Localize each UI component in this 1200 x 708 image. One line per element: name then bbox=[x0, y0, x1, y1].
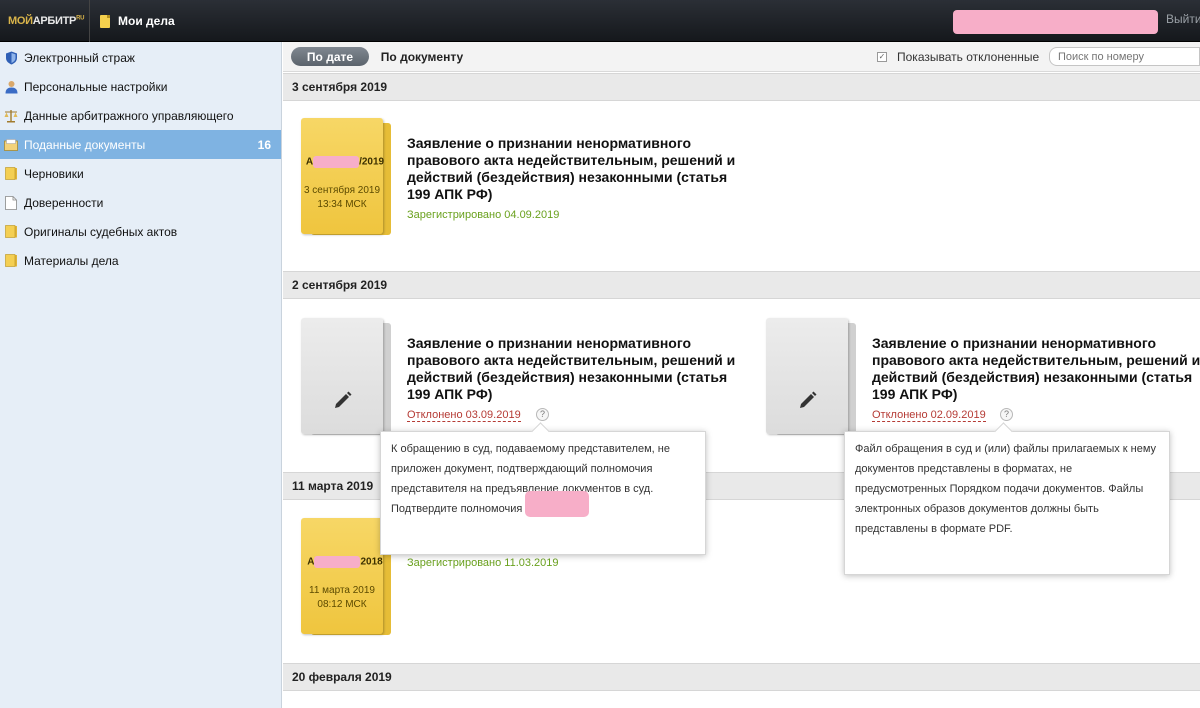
show-rejected-checkbox[interactable]: ✓ bbox=[877, 52, 887, 62]
status-registered: Зарегистрировано 04.09.2019 bbox=[407, 209, 560, 221]
document-card[interactable]: Заявление о признании ненормативного пра… bbox=[283, 318, 735, 448]
toolbar: По дате По документу ✓ Показывать отклон… bbox=[283, 42, 1200, 72]
my-cases-label: Мои дела bbox=[118, 14, 175, 28]
search-by-number-input[interactable] bbox=[1049, 47, 1200, 66]
sidebar-item-powers-of-attorney[interactable]: Доверенности bbox=[0, 188, 281, 217]
help-icon[interactable]: ? bbox=[1000, 408, 1013, 421]
date-group-header: 20 февраля 2019 bbox=[283, 663, 1200, 691]
folder-icon bbox=[4, 167, 18, 181]
sort-by-document-button[interactable]: По документу bbox=[379, 47, 465, 66]
status-registered: Зарегистрировано 11.03.2019 bbox=[407, 557, 559, 569]
shield-icon bbox=[4, 51, 18, 65]
help-icon[interactable]: ? bbox=[536, 408, 549, 421]
rejection-reason-tooltip: Файл обращения в суд и (или) файлы прила… bbox=[844, 431, 1170, 575]
status-rejected[interactable]: Отклонено 03.09.2019 bbox=[407, 409, 521, 422]
document-card[interactable]: А/2019 3 сентября 2019 13:34 МСК Заявлени… bbox=[283, 118, 735, 248]
sidebar-item-arbitration-manager[interactable]: Данные арбитражного управляющего bbox=[0, 101, 281, 130]
pencil-icon bbox=[800, 391, 817, 408]
case-folder[interactable]: А 2018 11 марта 2019 08:12 МСК bbox=[301, 518, 391, 635]
main-content: По дате По документу ✓ Показывать отклон… bbox=[283, 42, 1200, 708]
logout-link[interactable]: Выйти bbox=[1166, 12, 1200, 26]
my-cases-link[interactable]: Мои дела bbox=[100, 0, 175, 42]
sidebar-item-drafts[interactable]: Черновики bbox=[0, 159, 281, 188]
scales-icon bbox=[4, 109, 18, 123]
redacted-text bbox=[525, 491, 590, 518]
date-group-header: 3 сентября 2019 bbox=[283, 73, 1200, 101]
folder-datetime: 3 сентября 2019 13:34 МСК bbox=[303, 185, 381, 210]
case-folder[interactable]: А/2019 3 сентября 2019 13:34 МСК bbox=[301, 118, 391, 235]
rejection-reason-tooltip: К обращению в суд, подаваемому представи… bbox=[380, 431, 706, 555]
pencil-icon bbox=[335, 391, 352, 408]
case-number-redacted bbox=[314, 556, 361, 568]
document-title[interactable]: Заявление о признании ненормативного пра… bbox=[407, 335, 737, 403]
sidebar-item-submitted-documents[interactable]: Поданные документы 16 bbox=[0, 130, 281, 159]
case-number-redacted bbox=[313, 156, 360, 168]
person-icon bbox=[4, 80, 18, 94]
sidebar-item-court-originals[interactable]: Оригиналы судебных актов bbox=[0, 217, 281, 246]
document-title[interactable]: Заявление о признании ненормативного пра… bbox=[872, 335, 1200, 403]
inbox-icon bbox=[4, 138, 18, 152]
user-name-redacted bbox=[953, 10, 1158, 34]
document-card[interactable]: Заявление о признании ненормативного пра… bbox=[748, 318, 1200, 448]
rejected-folder[interactable] bbox=[766, 318, 856, 435]
case-number: А/2019 bbox=[305, 156, 385, 168]
rejected-folder[interactable] bbox=[301, 318, 391, 435]
folder-icon bbox=[4, 225, 18, 239]
top-bar: МОЙАРБИТРRU Мои дела Выйти bbox=[0, 0, 1200, 42]
sort-by-date-button[interactable]: По дате bbox=[291, 47, 369, 66]
document-icon bbox=[4, 195, 18, 210]
sidebar-item-personal-settings[interactable]: Персональные настройки bbox=[0, 72, 281, 101]
folder-datetime: 11 марта 2019 08:12 МСК bbox=[309, 585, 375, 610]
sidebar-item-case-materials[interactable]: Материалы дела bbox=[0, 246, 281, 275]
sidebar: Электронный страж Персональные настройки… bbox=[0, 42, 282, 708]
logo-text: МОЙАРБИТРRU bbox=[8, 15, 85, 27]
show-rejected-label: Показывать отклоненные bbox=[897, 50, 1040, 64]
case-number: А 2018 bbox=[307, 556, 383, 568]
sidebar-item-electronic-guard[interactable]: Электронный страж bbox=[0, 43, 281, 72]
document-title[interactable]: Заявление о признании ненормативного пра… bbox=[407, 135, 737, 203]
submitted-count-badge: 16 bbox=[257, 137, 271, 152]
folder-icon bbox=[4, 254, 18, 268]
app-logo[interactable]: МОЙАРБИТРRU bbox=[0, 0, 90, 42]
document-icon bbox=[100, 14, 110, 28]
status-rejected[interactable]: Отклонено 02.09.2019 bbox=[872, 409, 986, 422]
date-group-header: 2 сентября 2019 bbox=[283, 271, 1200, 299]
